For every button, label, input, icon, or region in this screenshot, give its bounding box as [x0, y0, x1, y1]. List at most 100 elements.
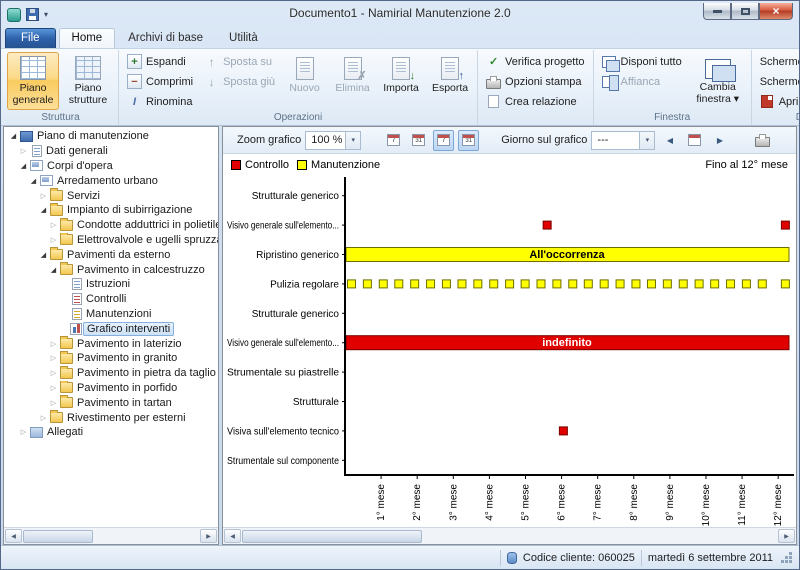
- scroll-left-button[interactable]: ◀: [224, 529, 241, 543]
- today-button[interactable]: [684, 130, 705, 151]
- scroll-right-button[interactable]: ▶: [778, 529, 795, 543]
- tree-item[interactable]: ▷Allegati: [4, 425, 218, 440]
- esporta-button[interactable]: ↑ Esporta: [427, 52, 473, 110]
- sposta-su-button[interactable]: ↑ Sposta su: [200, 52, 279, 71]
- data-point: [411, 280, 419, 288]
- collapsed-arrow-icon[interactable]: ▷: [48, 399, 59, 407]
- rinomina-button[interactable]: Rinomina: [123, 92, 197, 111]
- prev-day-button[interactable]: ◀: [659, 130, 680, 151]
- nuovo-button[interactable]: Nuovo: [282, 52, 327, 110]
- view-31-days-button[interactable]: [408, 130, 429, 151]
- tree-item[interactable]: ▷Pavimento in pietra da taglio: [4, 366, 218, 381]
- collapsed-arrow-icon[interactable]: ▷: [38, 192, 49, 200]
- verifica-progetto-button[interactable]: ✓ Verifica progetto: [482, 52, 589, 71]
- disponi-tutto-button[interactable]: Disponi tutto: [598, 52, 686, 71]
- tree-horizontal-scrollbar[interactable]: ◀ ▶: [4, 527, 218, 544]
- data-point: [347, 280, 355, 288]
- expanded-arrow-icon[interactable]: ◢: [8, 132, 19, 140]
- tab-file[interactable]: File: [5, 28, 56, 48]
- tree-item[interactable]: ◢Arredamento urbano: [4, 173, 218, 188]
- espandi-button[interactable]: Espandi: [123, 52, 197, 71]
- schermo-1024-button[interactable]: Schermo 1024x768: [756, 52, 799, 71]
- tree-item[interactable]: Controlli: [4, 292, 218, 307]
- scrollbar-thumb[interactable]: [242, 530, 422, 543]
- view-week-scale-button[interactable]: [433, 130, 454, 151]
- collapsed-arrow-icon[interactable]: ▷: [48, 369, 59, 377]
- expanded-arrow-icon[interactable]: ◢: [28, 177, 39, 185]
- tree-item[interactable]: Manutenzioni: [4, 307, 218, 322]
- collapsed-arrow-icon[interactable]: ▷: [48, 236, 59, 244]
- cambia-finestra-button[interactable]: Cambia finestra ▾: [689, 52, 747, 110]
- tree-item[interactable]: ▷Servizi: [4, 188, 218, 203]
- collapsed-arrow-icon[interactable]: ▷: [48, 221, 59, 229]
- affianca-button[interactable]: Affianca: [598, 72, 686, 91]
- tree-item[interactable]: ▷Dati generali: [4, 144, 218, 159]
- close-button[interactable]: ×: [759, 3, 793, 20]
- tree-item[interactable]: ◢Pavimenti da esterno: [4, 247, 218, 262]
- group-label-struttura: Struttura: [5, 112, 116, 125]
- scroll-right-button[interactable]: ▶: [200, 529, 217, 543]
- expanded-arrow-icon[interactable]: ◢: [38, 251, 49, 259]
- resize-grip[interactable]: [781, 552, 793, 564]
- collapsed-arrow-icon[interactable]: ▷: [18, 428, 29, 436]
- expanded-arrow-icon[interactable]: ◢: [48, 266, 59, 274]
- quick-access-toolbar: ▾: [7, 8, 48, 22]
- piano-strutture-button[interactable]: Piano strutture: [62, 52, 114, 110]
- minimize-button[interactable]: [703, 3, 731, 20]
- chevron-down-icon[interactable]: ▾: [345, 132, 360, 149]
- print-button[interactable]: [752, 130, 773, 151]
- day-combobox[interactable]: --- ▾: [591, 131, 655, 150]
- tree-item[interactable]: ▷Pavimento in laterizio: [4, 336, 218, 351]
- importa-button[interactable]: ↓ Importa: [378, 52, 424, 110]
- collapsed-arrow-icon[interactable]: ▷: [18, 147, 29, 155]
- chart-horizontal-scrollbar[interactable]: ◀ ▶: [223, 527, 796, 544]
- schermo-1280-button[interactable]: Schermo 1280x1024: [756, 72, 799, 91]
- scroll-left-button[interactable]: ◀: [5, 529, 22, 543]
- client-code: Codice cliente: 060025: [523, 552, 635, 564]
- tree-item[interactable]: ▷ Pavimento in granito: [4, 351, 218, 366]
- opzioni-stampa-button[interactable]: Opzioni stampa: [482, 72, 589, 91]
- comprimi-button[interactable]: Comprimi: [123, 72, 197, 91]
- elimina-button[interactable]: ✗ Elimina: [330, 52, 375, 110]
- zoom-combobox[interactable]: 100 % ▾: [305, 131, 361, 150]
- folder-icon: [60, 234, 73, 245]
- tree-item[interactable]: ◢Impianto di subirrigazione: [4, 203, 218, 218]
- tree-item[interactable]: ▷Condotte adduttrici in polietile: [4, 218, 218, 233]
- data-point: [695, 280, 703, 288]
- chevron-down-icon[interactable]: ▾: [639, 132, 654, 149]
- tree-item[interactable]: ▷Rivestimento per esterni: [4, 410, 218, 425]
- status-separator: [500, 550, 501, 566]
- view-7-days-button[interactable]: [383, 130, 404, 151]
- sposta-giu-button[interactable]: ↓ Sposta giù: [200, 72, 279, 91]
- tab-home[interactable]: Home: [59, 28, 116, 48]
- collapsed-arrow-icon[interactable]: ▷: [48, 384, 59, 392]
- tree-item[interactable]: Istruzioni: [4, 277, 218, 292]
- expanded-arrow-icon[interactable]: ◢: [38, 206, 49, 214]
- maximize-button[interactable]: [731, 3, 759, 20]
- view-month-scale-button[interactable]: [458, 130, 479, 151]
- tree-item-label: Pavimento in granito: [77, 352, 177, 364]
- tree-item[interactable]: Grafico interventi: [4, 321, 218, 336]
- collapsed-arrow-icon[interactable]: ▷: [48, 354, 59, 362]
- tree-item[interactable]: ◢Piano di manutenzione: [4, 129, 218, 144]
- tree-item[interactable]: ▷Pavimento in tartan: [4, 395, 218, 410]
- tree-item[interactable]: ◢Corpi d'opera: [4, 159, 218, 174]
- scrollbar-thumb[interactable]: [23, 530, 93, 543]
- tree-item[interactable]: ▷Pavimento in porfido: [4, 381, 218, 396]
- title-bar[interactable]: ▾ Documento1 - Namirial Manutenzione 2.0…: [1, 1, 799, 25]
- next-day-button[interactable]: ▶: [709, 130, 730, 151]
- tree-item[interactable]: ◢Pavimento in calcestruzzo: [4, 262, 218, 277]
- collapsed-arrow-icon[interactable]: ▷: [48, 340, 59, 348]
- save-icon[interactable]: [26, 8, 39, 21]
- tree-item[interactable]: ▷Elettrovalvole e ugelli spruzzat: [4, 233, 218, 248]
- piano-generale-button[interactable]: Piano generale: [7, 52, 59, 110]
- crea-relazione-button[interactable]: Crea relazione: [482, 92, 589, 111]
- esporta-label: Esporta: [432, 82, 468, 94]
- tab-utilita[interactable]: Utilità: [216, 28, 271, 48]
- tab-archivi-di-base[interactable]: Archivi di base: [115, 28, 216, 48]
- app-icon[interactable]: [7, 8, 21, 22]
- collapsed-arrow-icon[interactable]: ▷: [38, 414, 49, 422]
- qat-dropdown-icon[interactable]: ▾: [44, 10, 48, 19]
- apri-documento-button[interactable]: Apri documento: [756, 92, 799, 111]
- expanded-arrow-icon[interactable]: ◢: [18, 162, 29, 170]
